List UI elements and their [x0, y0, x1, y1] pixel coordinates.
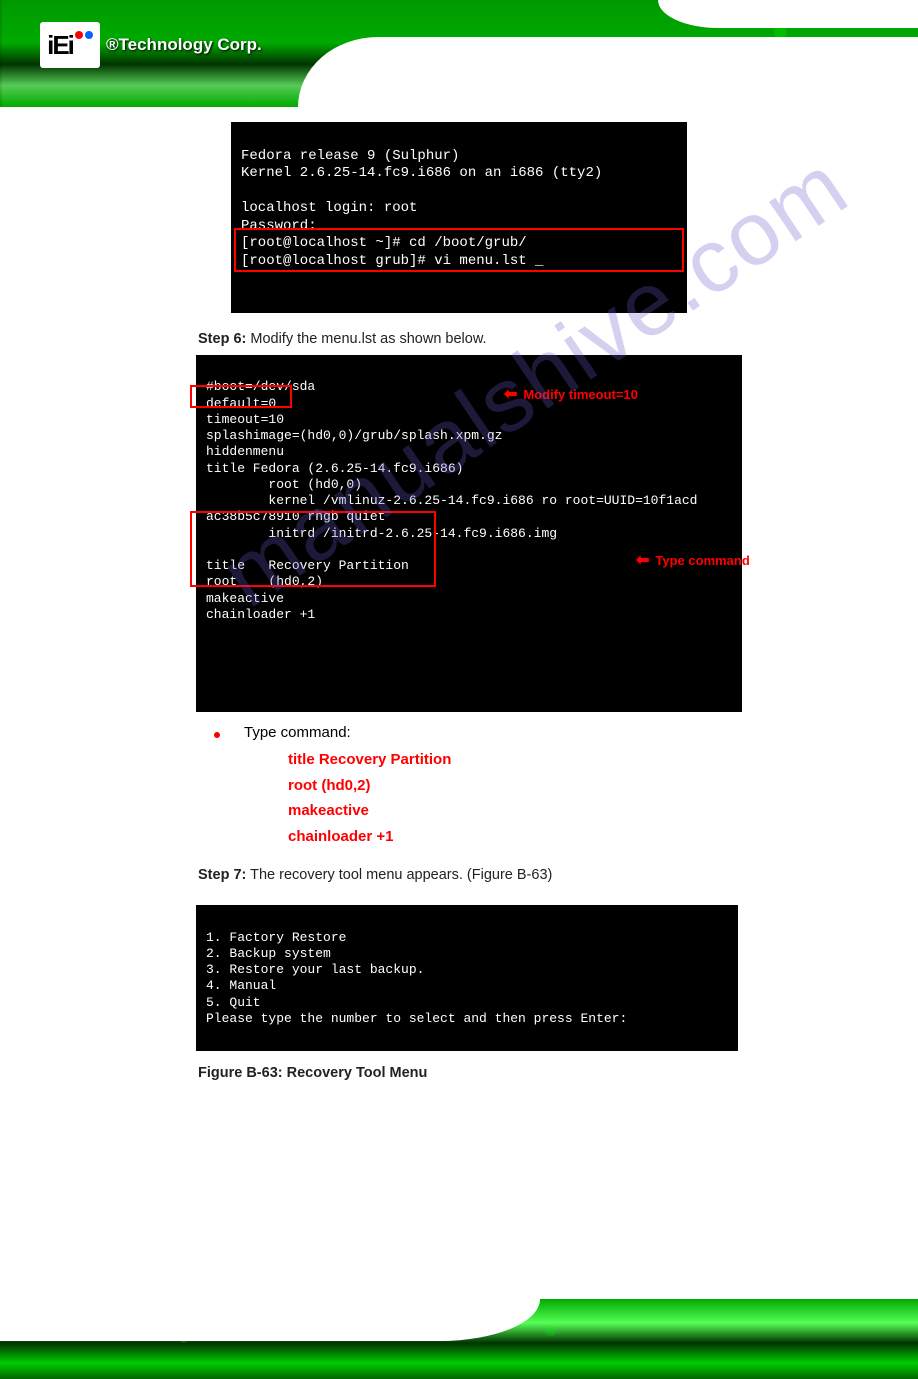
header-curve-top — [658, 0, 918, 28]
type-command-label: Type command: — [244, 724, 451, 741]
menulst-line: chainloader +1 — [206, 607, 315, 622]
highlight-box-recovery-block — [190, 511, 436, 587]
footer-curve — [0, 1299, 540, 1341]
brand-tagline: ®Technology Corp. — [106, 35, 262, 55]
terminal-login: Fedora release 9 (Sulphur) Kernel 2.6.25… — [231, 122, 687, 313]
command-line: title Recovery Partition — [288, 747, 451, 773]
menulst-line: root (hd0,0) — [206, 477, 362, 492]
logo-dot-blue — [85, 31, 93, 39]
page-content: Fedora release 9 (Sulphur) Kernel 2.6.25… — [0, 107, 918, 1129]
terminal-login-line: localhost login: root — [241, 200, 417, 216]
figure-caption: Figure B-63: Recovery Tool Menu — [198, 1065, 818, 1081]
terminal-recovery-menu: 1. Factory Restore 2. Backup system 3. R… — [196, 905, 738, 1051]
step-6-text: Modify the menu.lst as shown below. — [250, 331, 486, 347]
command-line: chainloader +1 — [288, 824, 451, 850]
step-6-label: Step 6: — [198, 331, 246, 347]
logo-mark: iEi — [40, 22, 100, 68]
header-band: iEi ®Technology Corp. — [0, 0, 918, 107]
menulst-line: makeactive — [206, 591, 284, 606]
terminal-menulst: #boot=/dev/sda default=0 timeout=10 spla… — [196, 355, 742, 712]
annotation-type-command: Type command — [636, 551, 750, 571]
recovery-menu-line: Please type the number to select and the… — [206, 1011, 627, 1026]
recovery-menu-line: 5. Quit — [206, 995, 261, 1010]
recovery-menu-line: 2. Backup system — [206, 946, 331, 961]
terminal-login-line: Fedora release 9 (Sulphur) — [241, 148, 459, 164]
terminal-login-line: Kernel 2.6.25-14.fc9.i686 on an i686 (tt… — [241, 165, 602, 181]
menulst-line: title Fedora (2.6.25-14.fc9.i686) — [206, 461, 463, 476]
recovery-menu-line: 4. Manual — [206, 978, 276, 993]
annotation-modify-timeout: Modify timeout=10 — [504, 385, 638, 405]
logo-mark-text: iEi — [47, 30, 73, 61]
header-curve-bottom — [298, 37, 918, 107]
menulst-line: hiddenmenu — [206, 444, 284, 459]
menulst-line: splashimage=(hd0,0)/grub/splash.xpm.gz — [206, 428, 502, 443]
step-6: Step 6: Modify the menu.lst as shown bel… — [198, 331, 818, 347]
command-line: makeactive — [288, 798, 451, 824]
footer-band: Page 180 — [0, 1299, 918, 1379]
highlight-box-commands — [234, 228, 684, 272]
highlight-box-timeout — [190, 385, 292, 408]
menulst-line: kernel /vmlinuz-2.6.25-14.fc9.i686 ro ro… — [206, 493, 697, 508]
step-7: Step 7: The recovery tool menu appears. … — [198, 867, 818, 883]
command-list: title Recovery Partition root (hd0,2) ma… — [288, 747, 451, 849]
logo-dot-red — [75, 31, 83, 39]
brand-logo: iEi ®Technology Corp. — [40, 22, 262, 68]
recovery-menu-line: 3. Restore your last backup. — [206, 962, 424, 977]
bullet-icon — [214, 732, 220, 738]
command-line: root (hd0,2) — [288, 773, 451, 799]
step-7-text: The recovery tool menu appears. (Figure … — [250, 867, 552, 883]
step-7-label: Step 7: — [198, 867, 246, 883]
menulst-line: timeout=10 — [206, 412, 284, 427]
type-command-block: Type command: title Recovery Partition r… — [200, 724, 918, 849]
recovery-menu-line: 1. Factory Restore — [206, 930, 346, 945]
